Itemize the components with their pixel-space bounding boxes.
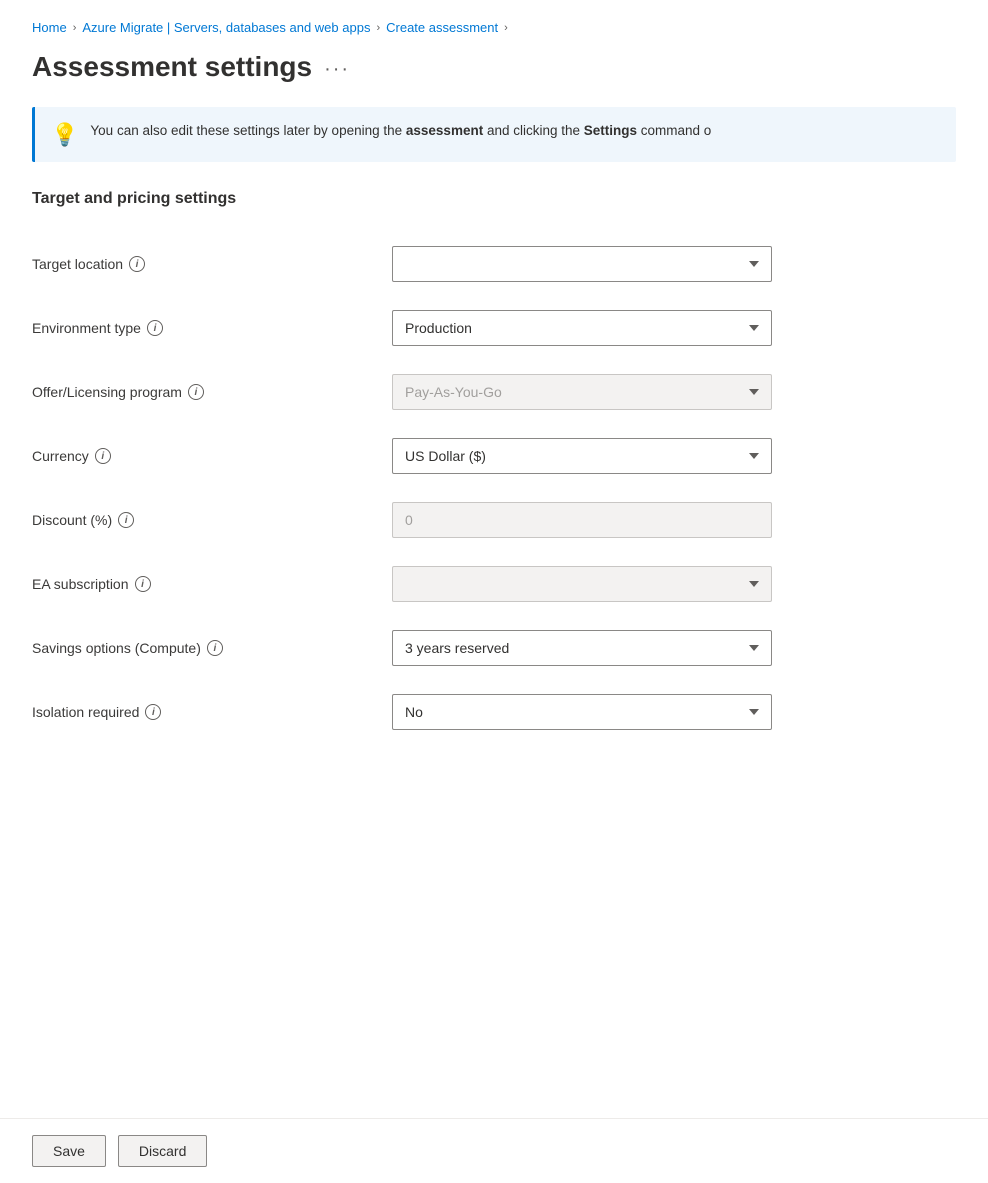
control-environment-type: Production <box>392 310 772 346</box>
dropdown-environment-type-value: Production <box>405 320 472 336</box>
form-row-environment-type: Environment type i Production <box>32 296 956 360</box>
dropdown-environment-type[interactable]: Production <box>392 310 772 346</box>
label-currency: Currency i <box>32 438 392 464</box>
label-ea-subscription: EA subscription i <box>32 566 392 592</box>
page-wrapper: Home › Azure Migrate | Servers, database… <box>0 0 988 1183</box>
dropdown-isolation-required[interactable]: No <box>392 694 772 730</box>
dropdown-savings-options[interactable]: 3 years reserved <box>392 630 772 666</box>
dropdown-offer-licensing: Pay-As-You-Go <box>392 374 772 410</box>
label-target-location: Target location i <box>32 246 392 272</box>
chevron-down-icon <box>749 389 759 395</box>
form-row-isolation-required: Isolation required i No <box>32 680 956 744</box>
control-discount <box>392 502 772 538</box>
form-grid: Target location i Environment type i <box>32 232 956 744</box>
dropdown-isolation-required-value: No <box>405 704 423 720</box>
label-environment-type: Environment type i <box>32 310 392 336</box>
discard-button[interactable]: Discard <box>118 1135 207 1167</box>
info-icon-savings-options[interactable]: i <box>207 640 223 656</box>
control-offer-licensing: Pay-As-You-Go <box>392 374 772 410</box>
info-icon-discount[interactable]: i <box>118 512 134 528</box>
info-icon-offer-licensing[interactable]: i <box>188 384 204 400</box>
label-savings-options: Savings options (Compute) i <box>32 630 392 656</box>
chevron-down-icon <box>749 645 759 651</box>
info-icon-isolation-required[interactable]: i <box>145 704 161 720</box>
info-icon-currency[interactable]: i <box>95 448 111 464</box>
form-row-offer-licensing: Offer/Licensing program i Pay-As-You-Go <box>32 360 956 424</box>
control-savings-options: 3 years reserved <box>392 630 772 666</box>
page-title: Assessment settings <box>32 51 312 83</box>
dropdown-currency[interactable]: US Dollar ($) <box>392 438 772 474</box>
form-row-currency: Currency i US Dollar ($) <box>32 424 956 488</box>
breadcrumb-sep-2: › <box>376 22 380 34</box>
more-options-button[interactable]: ··· <box>324 58 350 81</box>
form-row-savings-options: Savings options (Compute) i 3 years rese… <box>32 616 956 680</box>
info-icon-target-location[interactable]: i <box>129 256 145 272</box>
breadcrumb-azure-migrate[interactable]: Azure Migrate | Servers, databases and w… <box>82 20 370 35</box>
info-icon-ea-subscription[interactable]: i <box>135 576 151 592</box>
breadcrumb: Home › Azure Migrate | Servers, database… <box>32 20 956 35</box>
control-target-location <box>392 246 772 282</box>
section-title: Target and pricing settings <box>32 190 956 208</box>
control-isolation-required: No <box>392 694 772 730</box>
chevron-down-icon <box>749 325 759 331</box>
info-banner: 💡 You can also edit these settings later… <box>32 107 956 162</box>
breadcrumb-sep-1: › <box>73 22 77 34</box>
lightbulb-icon: 💡 <box>51 122 78 148</box>
form-row-target-location: Target location i <box>32 232 956 296</box>
info-icon-environment-type[interactable]: i <box>147 320 163 336</box>
breadcrumb-sep-3: › <box>504 22 508 34</box>
dropdown-offer-licensing-value: Pay-As-You-Go <box>405 384 502 400</box>
main-content: Home › Azure Migrate | Servers, database… <box>0 0 988 1118</box>
chevron-down-icon <box>749 453 759 459</box>
dropdown-target-location[interactable] <box>392 246 772 282</box>
chevron-down-icon <box>749 709 759 715</box>
control-ea-subscription <box>392 566 772 602</box>
input-discount[interactable] <box>392 502 772 538</box>
page-title-row: Assessment settings ··· <box>32 51 956 83</box>
dropdown-currency-value: US Dollar ($) <box>405 448 486 464</box>
dropdown-ea-subscription <box>392 566 772 602</box>
label-isolation-required: Isolation required i <box>32 694 392 720</box>
dropdown-savings-options-value: 3 years reserved <box>405 640 509 656</box>
form-row-ea-subscription: EA subscription i <box>32 552 956 616</box>
breadcrumb-home[interactable]: Home <box>32 20 67 35</box>
form-row-discount: Discount (%) i <box>32 488 956 552</box>
save-button[interactable]: Save <box>32 1135 106 1167</box>
chevron-down-icon <box>749 261 759 267</box>
footer: Save Discard <box>0 1118 988 1183</box>
info-banner-text: You can also edit these settings later b… <box>90 121 711 141</box>
chevron-down-icon <box>749 581 759 587</box>
label-offer-licensing: Offer/Licensing program i <box>32 374 392 400</box>
breadcrumb-create-assessment[interactable]: Create assessment <box>386 20 498 35</box>
control-currency: US Dollar ($) <box>392 438 772 474</box>
label-discount: Discount (%) i <box>32 502 392 528</box>
